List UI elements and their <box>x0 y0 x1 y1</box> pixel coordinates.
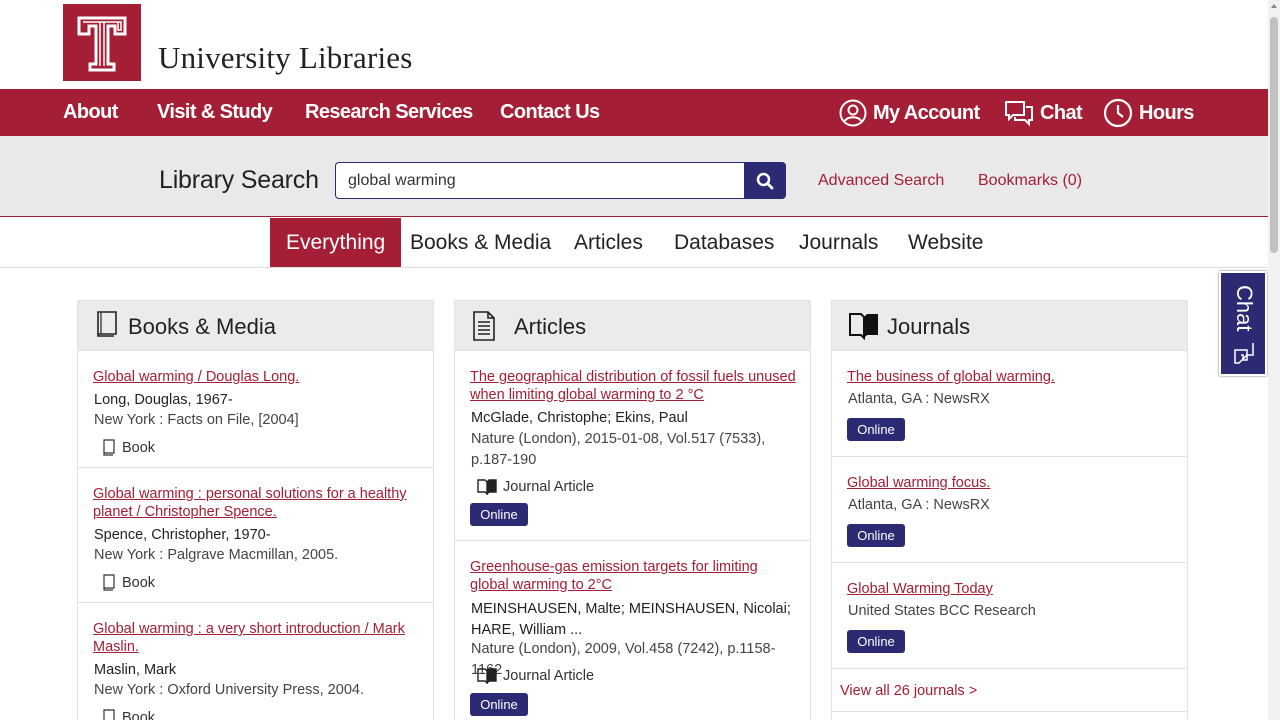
journals-panel: Journals The business of global warming.… <box>831 300 1188 720</box>
format-label: Journal Article <box>477 478 594 495</box>
list-item: Global Warming Today United States BCC R… <box>832 563 1187 669</box>
tab-journals[interactable]: Journals <box>799 218 878 267</box>
result-author: McGlade, Christophe; Ekins, Paul <box>471 410 688 426</box>
books-media-panel: Books & Media Global warming / Douglas L… <box>77 300 434 720</box>
articles-header: Articles <box>455 301 810 351</box>
search-icon <box>756 172 774 189</box>
tab-everything[interactable]: Everything <box>270 218 402 267</box>
result-title-link[interactable]: The geographical distribution of fossil … <box>470 369 800 404</box>
list-item: Greenhouse-gas emission targets for limi… <box>455 541 810 720</box>
open-book-icon <box>477 668 497 684</box>
hours-link[interactable]: Hours <box>1103 98 1194 128</box>
format-text: Journal Article <box>503 478 595 495</box>
main-navbar: About Visit & Study Research Services Co… <box>0 89 1268 136</box>
format-text: Book <box>122 709 156 720</box>
list-item: Global warming focus. Atlanta, GA : News… <box>832 457 1187 563</box>
format-text: Book <box>122 439 156 456</box>
result-publisher: Nature (London), 2015-01-08, Vol.517 (75… <box>471 431 766 468</box>
result-author: Spence, Christopher, 1970- <box>94 527 271 543</box>
format-text: Journal Article <box>503 667 595 684</box>
my-account-link[interactable]: My Account <box>839 98 980 128</box>
chat-side-tab-label: Chat <box>1232 285 1257 332</box>
result-publisher: Atlanta, GA : NewsRX <box>848 391 990 407</box>
chat-side-tab[interactable]: Chat <box>1219 271 1267 376</box>
result-title-link[interactable]: Global Warming Today <box>847 581 1177 599</box>
tab-website[interactable]: Website <box>908 218 983 267</box>
site-logo[interactable] <box>63 4 141 81</box>
temple-t-logo-icon <box>63 4 141 81</box>
result-author: Maslin, Mark <box>94 662 177 678</box>
nav-research-services[interactable]: Research Services <box>305 101 473 124</box>
online-button[interactable]: Online <box>470 503 528 526</box>
hours-label: Hours <box>1139 101 1194 124</box>
result-publisher: New York : Oxford University Press, 2004… <box>94 682 364 698</box>
chat-label: Chat <box>1040 101 1083 124</box>
nav-contact-us[interactable]: Contact Us <box>500 101 600 124</box>
result-title-link[interactable]: Global warming focus. <box>847 475 1177 493</box>
site-title[interactable]: University Libraries <box>158 40 413 76</box>
chat-link[interactable]: Chat <box>1004 98 1083 128</box>
result-title-link[interactable]: The business of global warming. <box>847 369 1177 387</box>
format-label: Journal Article <box>477 667 594 684</box>
result-publisher: New York : Facts on File, [2004] <box>94 412 299 428</box>
journals-header: Journals <box>832 301 1187 351</box>
journals-title: Journals <box>887 314 971 339</box>
list-item: Global warming : a very short introducti… <box>78 603 433 720</box>
chat-bubble-icon <box>1234 343 1254 364</box>
advanced-search-link[interactable]: Advanced Search <box>818 172 944 190</box>
online-button[interactable]: Online <box>847 630 905 653</box>
list-item: Global warming : personal solutions for … <box>78 468 433 603</box>
nav-about[interactable]: About <box>63 101 118 124</box>
format-label: Book <box>102 709 155 720</box>
format-label: Book <box>102 439 155 456</box>
bookmarks-link[interactable]: Bookmarks (0) <box>978 172 1082 190</box>
open-book-icon <box>849 313 878 340</box>
book-icon <box>97 311 117 337</box>
page-scrollbar[interactable] <box>1268 0 1280 720</box>
user-icon <box>839 99 867 127</box>
books-media-title: Books & Media <box>128 314 276 339</box>
clock-icon <box>1103 98 1133 128</box>
document-icon <box>473 311 495 341</box>
view-all-row: View all 26 journals > <box>832 669 1187 712</box>
articles-title: Articles <box>514 314 587 339</box>
open-book-icon <box>477 479 497 495</box>
tab-articles[interactable]: Articles <box>574 218 643 267</box>
result-publisher: New York : Palgrave Macmillan, 2005. <box>94 547 339 563</box>
result-title-link[interactable]: Global warming : personal solutions for … <box>93 486 423 521</box>
book-icon <box>103 574 115 591</box>
format-text: Book <box>122 574 156 591</box>
articles-panel: Articles The geographical distribution o… <box>454 300 811 720</box>
list-item: The business of global warming. Atlanta,… <box>832 351 1187 457</box>
result-title-link[interactable]: Global warming / Douglas Long. <box>93 369 423 387</box>
scroll-up-arrow-icon[interactable] <box>1271 4 1277 8</box>
list-item: Global warming / Douglas Long. Long, Dou… <box>78 351 433 468</box>
online-button[interactable]: Online <box>847 524 905 547</box>
result-title-link[interactable]: Global warming : a very short introducti… <box>93 621 423 656</box>
chat-bubble-icon <box>1005 101 1033 127</box>
result-publisher: Atlanta, GA : NewsRX <box>848 497 990 513</box>
result-author: Long, Douglas, 1967- <box>94 392 233 408</box>
result-publisher: United States BCC Research <box>848 603 1036 619</box>
my-account-label: My Account <box>873 101 980 124</box>
search-tabs: Everything Books & Media Articles Databa… <box>0 218 1268 268</box>
search-heading: Library Search <box>159 166 319 194</box>
list-item: The geographical distribution of fossil … <box>455 351 810 541</box>
result-author: MEINSHAUSEN, Malte; MEINSHAUSEN, Nicolai… <box>471 601 791 638</box>
online-button[interactable]: Online <box>847 418 905 441</box>
nav-visit-study[interactable]: Visit & Study <box>157 101 273 124</box>
search-bar: Library Search Advanced Search Bookmarks… <box>0 136 1268 217</box>
tab-books-media[interactable]: Books & Media <box>410 218 551 267</box>
result-title-link[interactable]: Greenhouse-gas emission targets for limi… <box>470 559 800 594</box>
online-button[interactable]: Online <box>470 693 528 716</box>
format-label: Book <box>102 574 155 591</box>
tab-databases[interactable]: Databases <box>674 218 774 267</box>
books-media-header: Books & Media <box>78 301 433 351</box>
view-all-journals-link[interactable]: View all 26 journals > <box>840 683 977 699</box>
search-input[interactable] <box>335 162 744 199</box>
scrollbar-thumb[interactable] <box>1270 17 1278 253</box>
book-icon <box>103 439 115 456</box>
book-icon <box>103 709 115 720</box>
search-button[interactable] <box>744 162 786 199</box>
